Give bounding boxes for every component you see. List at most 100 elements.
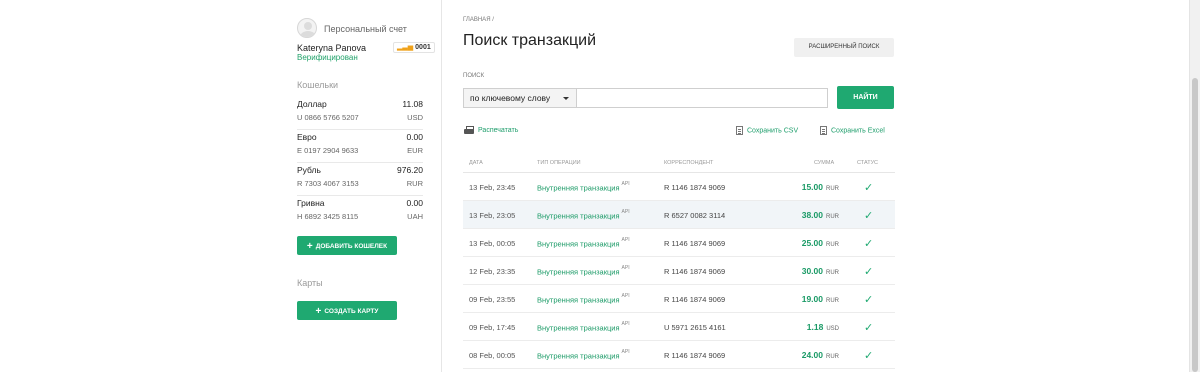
cell-date: 12 Feb, 23:35 (469, 267, 516, 276)
user-status: Верифицирован (297, 53, 358, 62)
cell-sum: 30.00 RUR (802, 266, 839, 276)
search-label: ПОИСК (463, 73, 485, 79)
table-row[interactable]: 09 Feb, 17:45 Внутренняя транзакция API U 5… (463, 313, 895, 341)
wallet-currency: UAH (407, 212, 423, 221)
status-check-icon: ✓ (864, 350, 874, 362)
cell-correspondent: U 5971 2615 4161 (664, 323, 726, 332)
wallet-item-rur[interactable]: Рубль R 7303 4067 3153 976.20 RUR (297, 163, 423, 196)
header-status[interactable]: СТАТУС (857, 160, 878, 166)
api-tag: API (621, 209, 630, 215)
cell-type-link[interactable]: Внутренняя транзакция API (537, 349, 630, 361)
table-row[interactable]: 09 Feb, 23:55 Внутренняя транзакция API R 1… (463, 285, 895, 313)
cell-type-link[interactable]: Внутренняя транзакция API (537, 181, 630, 193)
type-label: Внутренняя транзакция (537, 267, 620, 277)
status-check-icon: ✓ (864, 322, 874, 334)
cell-type-link[interactable]: Внутренняя транзакция API (537, 265, 630, 277)
table-row[interactable]: 13 Feb, 00:05 Внутренняя транзакция API R 1… (463, 229, 895, 257)
wallet-amount: 0.00 (406, 198, 423, 208)
save-excel-label: Сохранить Excel (831, 127, 885, 135)
amount: 24.00 (801, 350, 823, 360)
cell-correspondent: R 1146 1874 9069 (664, 267, 726, 276)
api-tag: API (621, 349, 630, 355)
cell-sum: 19.00 RUR (802, 294, 839, 304)
api-tag: API (621, 265, 630, 271)
header-type[interactable]: ТИП ОПЕРАЦИИ (537, 160, 581, 166)
plus-icon: + (306, 241, 313, 252)
cell-date: 09 Feb, 23:55 (469, 295, 516, 304)
save-csv-link[interactable]: Сохранить CSV (736, 126, 798, 135)
header-sum[interactable]: СУММА (814, 160, 834, 166)
cell-correspondent: R 1146 1874 9069 (664, 183, 726, 192)
table-row[interactable]: 13 Feb, 23:45 Внутренняя транзакция API R 1… (463, 173, 895, 201)
type-label: Внутренняя транзакция (537, 239, 620, 249)
wallet-item-uah[interactable]: Гривна H 6892 3425 8115 0.00 UAH (297, 196, 423, 229)
wallet-amount: 0.00 (406, 132, 423, 142)
avatar[interactable] (297, 18, 317, 38)
create-card-button[interactable]: + СОЗДАТЬ КАРТУ (297, 301, 397, 320)
wallet-name: Евро (297, 132, 317, 142)
status-check-icon: ✓ (864, 210, 874, 222)
type-label: Внутренняя транзакция (537, 351, 620, 361)
amount: 30.00 (801, 266, 823, 276)
status-check-icon: ✓ (864, 294, 874, 306)
wallet-name: Доллар (297, 99, 327, 109)
wallet-amount: 976.20 (397, 165, 423, 175)
table-row[interactable]: 12 Feb, 23:35 Внутренняя транзакция API R 1… (463, 257, 895, 285)
find-button[interactable]: НАЙТИ (837, 86, 894, 109)
api-tag: API (621, 321, 630, 327)
cell-sum: 38.00 RUR (802, 210, 839, 220)
api-tag: API (621, 181, 630, 187)
caret-down-icon (563, 97, 569, 100)
plus-icon: + (315, 306, 322, 317)
badge-text: 0001 (415, 44, 431, 51)
account-label: Персональный счет (324, 24, 407, 34)
cards-title: Карты (297, 278, 323, 288)
wallet-item-eur[interactable]: Евро E 0197 2904 9633 0.00 EUR (297, 130, 423, 163)
cell-sum: 24.00 RUR (802, 350, 839, 360)
type-label: Внутренняя транзакция (537, 211, 620, 221)
amount: 1.18 (806, 322, 824, 332)
table-row[interactable]: 08 Feb, 00:05 Внутренняя транзакция API R 1… (463, 341, 895, 369)
breadcrumb[interactable]: ГЛАВНАЯ / (463, 17, 494, 23)
cell-type-link[interactable]: Внутренняя транзакция API (537, 209, 630, 221)
excel-file-icon (820, 126, 827, 135)
add-wallet-button[interactable]: + ДОБАВИТЬ КОШЕЛЕК (297, 236, 397, 255)
cell-type-link[interactable]: Внутренняя транзакция API (537, 293, 630, 305)
table-row[interactable]: 13 Feb, 23:05 Внутренняя транзакция API R 6… (463, 201, 895, 229)
save-excel-link[interactable]: Сохранить Excel (820, 126, 885, 135)
wallet-currency: EUR (407, 146, 423, 155)
wallet-number: U 0866 5766 5207 (297, 113, 359, 122)
wallet-name: Рубль (297, 165, 321, 175)
scrollbar[interactable] (1189, 0, 1200, 372)
create-card-label: СОЗДАТЬ КАРТУ (324, 308, 379, 315)
amount-currency: RUR (826, 354, 839, 360)
advanced-search-button[interactable]: РАСШИРЕННЫЙ ПОИСК (794, 38, 894, 57)
status-check-icon: ✓ (864, 266, 874, 278)
header-date[interactable]: ДАТА (469, 160, 483, 166)
print-link[interactable]: Распечатать (464, 126, 518, 134)
scrollbar-thumb[interactable] (1192, 78, 1198, 372)
wallet-item-usd[interactable]: Доллар U 0866 5766 5207 11.08 USD (297, 97, 423, 130)
cell-type-link[interactable]: Внутренняя транзакция API (537, 237, 630, 249)
cell-date: 13 Feb, 23:45 (469, 183, 516, 192)
search-mode-select[interactable]: по ключевому слову (463, 88, 576, 108)
sidebar: Персональный счет Kateryna Panova Верифи… (0, 0, 442, 372)
wallet-number: H 6892 3425 8115 (297, 212, 359, 221)
table-header: ДАТА ТИП ОПЕРАЦИИ КОРРЕСПОНДЕНТ СУММА СТ… (463, 153, 895, 173)
amount-currency: USD (826, 326, 839, 332)
amount-currency: RUR (826, 186, 839, 192)
amount: 15.00 (801, 182, 823, 192)
wallet-currency: USD (407, 113, 423, 122)
cell-type-link[interactable]: Внутренняя транзакция API (537, 321, 630, 333)
csv-file-icon (736, 126, 743, 135)
wallet-number: R 7303 4067 3153 (297, 179, 359, 188)
header-correspondent[interactable]: КОРРЕСПОНДЕНТ (664, 160, 713, 166)
wallets-title: Кошельки (297, 80, 339, 90)
type-label: Внутренняя транзакция (537, 295, 620, 305)
type-label: Внутренняя транзакция (537, 323, 620, 333)
amount-currency: RUR (826, 298, 839, 304)
cell-date: 13 Feb, 00:05 (469, 239, 516, 248)
wallet-name: Гривна (297, 198, 325, 208)
save-csv-label: Сохранить CSV (747, 127, 799, 135)
search-input[interactable] (576, 88, 828, 108)
